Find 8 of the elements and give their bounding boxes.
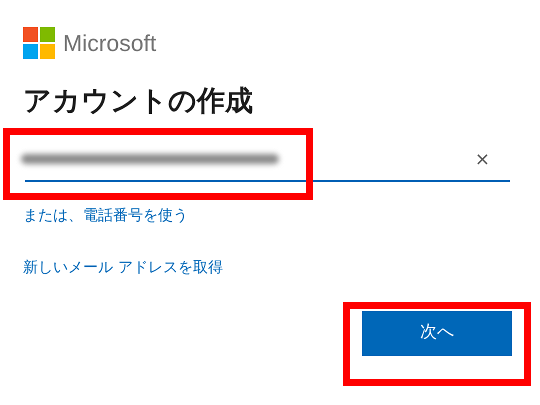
next-button[interactable]: 次へ [362,310,512,356]
page-heading: アカウントの作成 [22,83,254,118]
brand-name: Microsoft [63,32,156,54]
link[interactable]: 新しいメール アドレスを取得 [23,258,223,276]
link[interactable]: または、電話番号を使う [23,206,188,225]
clear-button[interactable]: × [474,146,490,172]
email-field[interactable]: × [25,138,510,182]
logo-icon [23,27,55,59]
